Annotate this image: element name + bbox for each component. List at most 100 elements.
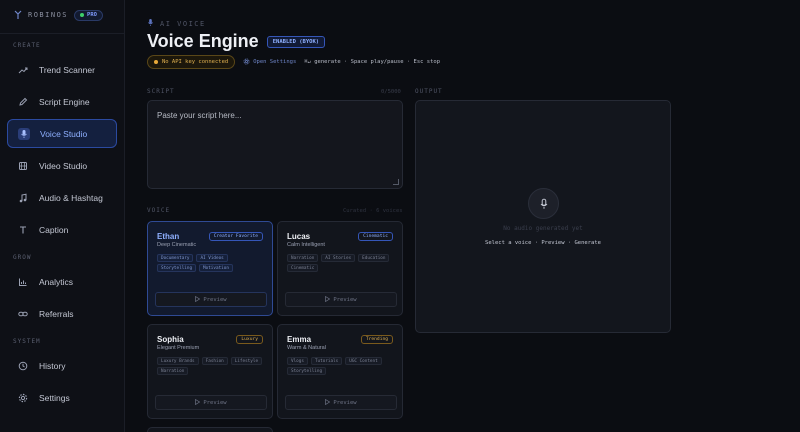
status-dot [80, 13, 85, 17]
output-label: OUTPUT [415, 88, 443, 95]
empty-state-hint: Select a voice · Preview · Generate [485, 240, 601, 246]
preview-button[interactable]: Preview [155, 292, 267, 307]
voice-tags: Vlogs Tutorials UGC Content Storytelling [287, 357, 399, 375]
text-icon [17, 224, 29, 236]
music-icon [17, 192, 29, 204]
voice-tag: Education [358, 254, 390, 262]
brand-name: ROBINOS [28, 11, 69, 19]
sidebar-item-label: Voice Studio [40, 128, 88, 139]
voice-description: Deep Cinematic [157, 242, 197, 248]
voice-tag: Storytelling [157, 264, 197, 272]
section-label-system: SYSTEM [13, 338, 41, 345]
status-row: No API key connected Open Settings ⌘↵ ge… [147, 55, 440, 69]
sidebar-item-analytics[interactable]: Analytics [7, 267, 117, 296]
voice-tag: Fashion [201, 357, 228, 365]
voice-badge: Trending [360, 335, 393, 344]
film-icon [17, 160, 29, 172]
sidebar-item-referrals[interactable]: Referrals [7, 299, 117, 328]
voice-name: Emma [287, 335, 312, 344]
main-content: AI VOICE Voice Engine ENABLED (BYOK) No … [125, 0, 800, 432]
preview-label: Preview [203, 399, 227, 406]
voice-tag: Motivation [199, 264, 233, 272]
resize-handle[interactable] [393, 179, 399, 185]
api-status-text: No API key connected [162, 59, 229, 65]
preview-label: Preview [333, 296, 357, 303]
voice-card-emma[interactable]: Emma Warm & Natural Trending Vlogs Tutor… [277, 324, 403, 419]
voice-tag: Lifestyle [230, 357, 263, 365]
sidebar-item-label: Settings [39, 392, 70, 403]
sidebar-item-label: Referrals [39, 308, 74, 319]
preview-label: Preview [333, 399, 357, 406]
script-editor [147, 100, 403, 189]
warning-dot [154, 60, 158, 64]
voice-tags: Narration AI Stories Education Cinematic [287, 254, 399, 272]
title-row: Voice Engine ENABLED (BYOK) [147, 31, 326, 52]
play-icon [195, 398, 201, 407]
sidebar-item-label: Audio & Hashtag [39, 192, 103, 203]
voice-label: VOICE [147, 207, 171, 214]
sidebar-item-video-studio[interactable]: Video Studio [7, 151, 117, 180]
voice-card-sophia[interactable]: Sophia Elegant Premium Luxury Luxury Bra… [147, 324, 273, 419]
script-label: SCRIPT [147, 88, 175, 95]
script-input[interactable] [157, 111, 393, 178]
sidebar-item-label: Analytics [39, 276, 74, 287]
sidebar-item-trend-scanner[interactable]: Trend Scanner [7, 55, 117, 84]
sidebar: ROBINOS PRO CREATE Trend Scanner Script … [0, 0, 125, 432]
sidebar-item-script-engine[interactable]: Script Engine [7, 87, 117, 116]
page-title: Voice Engine [147, 31, 259, 51]
voice-badge: Luxury [236, 335, 263, 344]
voice-badge: Cinematic [358, 232, 393, 241]
divider [0, 33, 125, 34]
voice-tag: UGC Content [345, 357, 382, 365]
mic-icon [528, 188, 559, 219]
sidebar-item-history[interactable]: History [7, 351, 117, 380]
section-label-create: CREATE [13, 42, 41, 49]
trend-icon [17, 64, 29, 76]
voice-tags: Documentary AI Videos Storytelling Motiv… [157, 254, 269, 272]
voice-tag: AI Stories [321, 254, 356, 262]
open-settings-link[interactable]: Open Settings [243, 58, 296, 67]
voice-tag: Narration [157, 367, 189, 375]
open-settings-label: Open Settings [253, 59, 297, 65]
logo-icon [14, 10, 22, 20]
preview-button[interactable]: Preview [155, 395, 267, 410]
clock-icon [17, 360, 29, 372]
status-badge: ENABLED (BYOK) [266, 35, 326, 48]
sidebar-item-audio-hashtag[interactable]: Audio & Hashtag [7, 183, 117, 212]
sidebar-item-label: Caption [39, 224, 69, 235]
voice-name: Ethan [157, 232, 180, 241]
voice-tag: AI Videos [196, 254, 228, 262]
voice-card-lucas[interactable]: Lucas Calm Intelligent Cinematic Narrati… [277, 221, 403, 316]
voice-tag: Cinematic [287, 264, 319, 272]
sidebar-item-label: Trend Scanner [39, 64, 95, 75]
voice-tags: Luxury Brands Fashion Lifestyle Narratio… [157, 357, 269, 375]
char-count: 0/5000 [381, 89, 401, 95]
voice-badge: Creator Favorite [208, 232, 263, 241]
voice-tag: Narration [287, 254, 319, 262]
gear-icon [17, 392, 29, 404]
voice-card-partial[interactable] [147, 427, 273, 432]
eyebrow-label: AI VOICE [160, 19, 206, 28]
link-icon [17, 308, 29, 320]
brand[interactable]: ROBINOS PRO [14, 8, 103, 22]
preview-button[interactable]: Preview [285, 395, 397, 410]
sidebar-item-settings[interactable]: Settings [7, 383, 117, 412]
preview-button[interactable]: Preview [285, 292, 397, 307]
keyboard-shortcuts: ⌘↵ generate · Space play/pause · Esc sto… [304, 59, 441, 65]
play-icon [325, 398, 331, 407]
sidebar-item-voice-studio[interactable]: Voice Studio [7, 119, 117, 148]
mic-icon [18, 127, 30, 140]
play-icon [325, 295, 331, 304]
voice-card-ethan[interactable]: Ethan Deep Cinematic Creator Favorite Do… [147, 221, 273, 316]
sidebar-item-caption[interactable]: Caption [7, 215, 117, 244]
play-icon [195, 295, 201, 304]
sidebar-item-label: Script Engine [39, 96, 90, 107]
voice-tag: Documentary [157, 254, 194, 262]
voice-name: Sophia [157, 335, 184, 344]
voice-tag: Vlogs [287, 357, 308, 365]
voice-tag: Tutorials [310, 357, 343, 365]
voice-tag: Storytelling [287, 367, 327, 375]
mic-icon [147, 18, 154, 29]
gear-icon [243, 58, 250, 67]
section-label-grow: GROW [13, 254, 32, 261]
